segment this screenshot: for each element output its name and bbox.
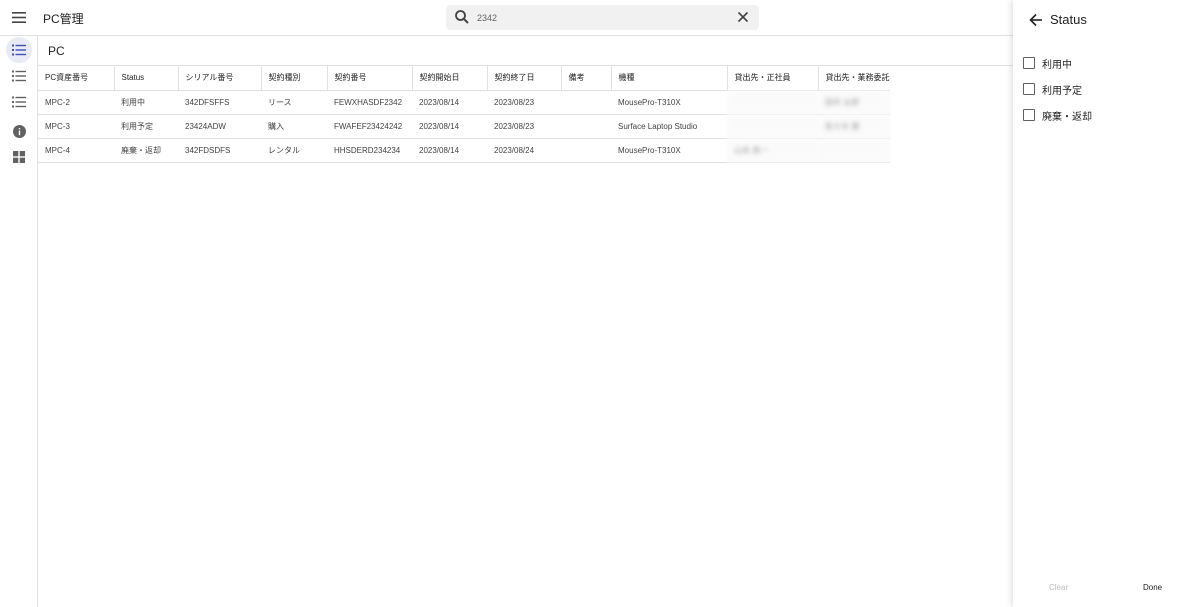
cell-status: 廃棄・返却 — [114, 138, 178, 163]
nav-item-info[interactable] — [6, 118, 32, 144]
column-header[interactable]: Status — [114, 66, 179, 91]
list-icon — [12, 96, 26, 108]
filter-panel-title: Status — [1050, 12, 1087, 27]
nav-item-list-1[interactable] — [6, 37, 32, 63]
checkbox[interactable] — [1023, 57, 1035, 69]
column-header[interactable]: 貸出先・正社員 — [727, 66, 819, 91]
cell-contract-number: FEWXHASDF2342 — [327, 90, 412, 115]
status-option-in-use[interactable]: 利用中 — [1023, 55, 1072, 71]
filter-panel: Status 利用中 利用予定 廃棄・返却 Clear Done — [1013, 0, 1200, 607]
cell-serial: 23424ADW — [178, 114, 261, 139]
cell-contractor: 佐々木 健 — [818, 114, 890, 139]
cell-start-date: 2023/08/14 — [412, 114, 487, 139]
cell-model: MousePro-T310X — [611, 90, 727, 115]
table-row[interactable]: MPC-2 利用中 342DFSFFS リース FEWXHASDF2342 20… — [38, 90, 890, 115]
search-icon — [454, 9, 470, 25]
cell-asset-number: MPC-2 — [38, 90, 114, 115]
cell-asset-number: MPC-3 — [38, 114, 114, 139]
pc-table: PC資産番号 Status シリアル番号 契約種別 契約番号 契約開始日 契約終… — [38, 66, 890, 163]
cell-contract-number: FWAFEF23424242 — [327, 114, 412, 139]
clear-button[interactable]: Clear — [1049, 583, 1068, 592]
cell-contractor: 田中 太郎 — [818, 90, 890, 115]
cell-notes — [561, 114, 611, 139]
option-label: 利用予定 — [1042, 85, 1082, 97]
checkbox[interactable] — [1023, 109, 1035, 121]
close-icon[interactable] — [735, 9, 751, 25]
column-header[interactable]: 機種 — [611, 66, 728, 91]
cell-employee: 山本 真一 — [727, 138, 818, 163]
cell-start-date: 2023/08/14 — [412, 138, 487, 163]
nav-item-list-3[interactable] — [6, 89, 32, 115]
cell-contractor — [818, 138, 890, 163]
cell-status: 利用中 — [114, 90, 178, 115]
nav-rail — [0, 36, 38, 607]
column-header[interactable]: 備考 — [561, 66, 612, 91]
page-title: PC — [48, 44, 65, 58]
column-header[interactable]: PC資産番号 — [38, 66, 115, 91]
column-header[interactable]: シリアル番号 — [178, 66, 262, 91]
option-label: 利用中 — [1042, 59, 1072, 71]
status-option-planned[interactable]: 利用予定 — [1023, 81, 1082, 97]
column-header[interactable]: 契約番号 — [327, 66, 413, 91]
cell-model: Surface Laptop Studio — [611, 114, 727, 139]
option-label: 廃棄・返却 — [1042, 111, 1092, 123]
table-header-row: PC資産番号 Status シリアル番号 契約種別 契約番号 契約開始日 契約終… — [38, 66, 890, 91]
nav-item-list-2[interactable] — [6, 63, 32, 89]
cell-employee — [727, 114, 818, 139]
cell-start-date: 2023/08/14 — [412, 90, 487, 115]
cell-serial: 342FDSDFS — [178, 138, 261, 163]
cell-contract-type: レンタル — [261, 138, 327, 163]
column-header[interactable]: 契約開始日 — [412, 66, 488, 91]
cell-notes — [561, 90, 611, 115]
cell-model: MousePro-T310X — [611, 138, 727, 163]
main-content: PC PC資産番号 Status シリアル番号 契約種別 契約番号 契約開始日 … — [38, 36, 1013, 607]
column-header[interactable]: 契約終了日 — [487, 66, 562, 91]
cell-end-date: 2023/08/23 — [487, 90, 561, 115]
checkbox[interactable] — [1023, 83, 1035, 95]
table-row[interactable]: MPC-4 廃棄・返却 342FDSDFS レンタル HHSDERD234234… — [38, 138, 890, 163]
dashboard-icon — [13, 151, 25, 163]
cell-asset-number: MPC-4 — [38, 138, 114, 163]
cell-serial: 342DFSFFS — [178, 90, 261, 115]
cell-contract-number: HHSDERD234234 — [327, 138, 412, 163]
cell-notes — [561, 138, 611, 163]
column-header[interactable]: 貸出先・業務委託 — [818, 66, 890, 91]
cell-end-date: 2023/08/23 — [487, 114, 561, 139]
done-button[interactable]: Done — [1143, 583, 1162, 592]
search-input[interactable] — [477, 8, 727, 27]
cell-contract-type: リース — [261, 90, 327, 115]
column-header[interactable]: 契約種別 — [261, 66, 328, 91]
arrow-back-icon[interactable] — [1027, 11, 1045, 29]
status-option-disposed[interactable]: 廃棄・返却 — [1023, 107, 1092, 123]
info-icon — [12, 124, 26, 138]
cell-employee — [727, 90, 818, 115]
menu-icon[interactable] — [8, 6, 30, 28]
search-bar — [446, 5, 759, 30]
nav-item-dashboard[interactable] — [6, 144, 32, 170]
cell-contract-type: 購入 — [261, 114, 327, 139]
data-table-container: PC資産番号 Status シリアル番号 契約種別 契約番号 契約開始日 契約終… — [38, 65, 1013, 163]
list-icon — [12, 44, 26, 56]
cell-status: 利用予定 — [114, 114, 178, 139]
table-row[interactable]: MPC-3 利用予定 23424ADW 購入 FWAFEF23424242 20… — [38, 114, 890, 139]
app-title: PC管理 — [43, 12, 84, 26]
list-icon — [12, 70, 26, 82]
cell-end-date: 2023/08/24 — [487, 138, 561, 163]
